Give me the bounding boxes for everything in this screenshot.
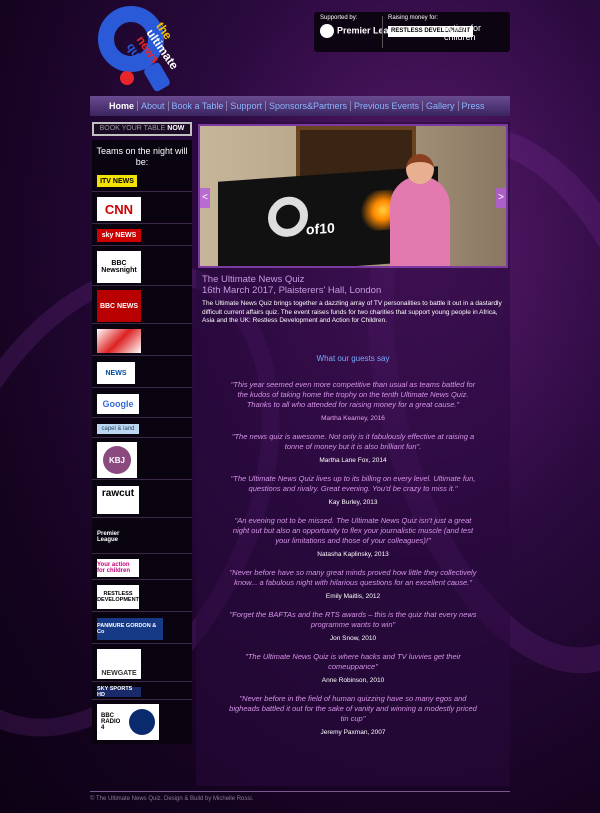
testimonial-quote: "Never before have so many great minds p…: [229, 568, 477, 587]
team-label: ITV NEWS: [97, 175, 137, 187]
hero-of10-text: of10: [306, 219, 335, 238]
action-for-children-logo[interactable]: action for children: [444, 24, 510, 42]
main-content: of10 < > The Ultimate News Quiz 16th Mar…: [196, 122, 510, 786]
testimonial-quote: "The news quiz is awesome. Not only is i…: [231, 432, 475, 451]
footer-credits: © The Ultimate News Quiz. Design & Build…: [90, 796, 254, 802]
team-logo-itv-news: ITV NEWS: [92, 170, 192, 192]
testimonial-author: Jeremy Paxman, 2007: [320, 729, 386, 736]
team-logo-bbc-news: BBC NEWS: [92, 288, 192, 324]
page-wrapper: the ultimate news quiz Supported by: Pre…: [90, 0, 510, 813]
testimonial-author: Anne Robinson, 2010: [321, 677, 385, 684]
guests-heading: What our guests say: [316, 354, 390, 363]
team-label: RESTLESS DEVELOPMENT: [97, 585, 139, 609]
team-label: Your action for children: [97, 559, 139, 577]
testimonial-author: Jon Snow, 2010: [329, 635, 377, 642]
sponsor-divider: [382, 16, 383, 48]
event-title-line2: 16th March 2017, Plaisterers' Hall, Lond…: [202, 285, 382, 296]
team-label: SKY SPORTS HD: [97, 686, 141, 698]
raising-money-label: Raising money for:: [388, 15, 439, 21]
team-label: CNN: [97, 197, 141, 221]
team-label: capel & land: [97, 424, 139, 434]
team-label: Google: [97, 394, 139, 414]
testimonial-quote: "This year seemed even more competitive …: [230, 380, 476, 409]
team-label: BBC Newsnight: [97, 251, 141, 283]
nav-home[interactable]: Home: [106, 101, 139, 111]
hero-person: [390, 154, 450, 266]
footer-divider: [90, 791, 510, 792]
nav-press[interactable]: Press: [459, 101, 488, 111]
testimonial-quote: "The Ultimate News Quiz lives up to its …: [230, 474, 476, 493]
nav-previous-events[interactable]: Previous Events: [351, 101, 424, 111]
hero-person-head: [406, 154, 434, 184]
nav-book-a-table[interactable]: Book a Table: [169, 101, 228, 111]
book-table-now: NOW: [167, 125, 185, 132]
hero-logo-q: [268, 195, 308, 239]
testimonial-quote: "An evening not to be missed. The Ultima…: [232, 516, 474, 545]
team-logo-bbc-newsnight: BBC Newsnight: [92, 248, 192, 286]
book-table-button[interactable]: BOOK YOUR TABLE NOW: [92, 122, 192, 136]
testimonial-quote: "Forget the BAFTAs and the RTS awards – …: [229, 610, 477, 629]
sponsor-banner: Supported by: Premier League Raising mon…: [314, 12, 510, 52]
team-label: PANMURE GORDON & Co: [97, 618, 163, 640]
nav-support[interactable]: Support: [227, 101, 266, 111]
main-nav: Home About Book a Table Support Sponsors…: [90, 96, 510, 116]
team-logo-sky-news: sky NEWS: [92, 226, 192, 246]
slideshow-prev-button[interactable]: <: [200, 188, 210, 208]
team-logo-sky-sports: SKY SPORTS HD: [92, 684, 192, 700]
site-logo[interactable]: the ultimate news quiz: [98, 6, 218, 93]
testimonial-author: Emily Maitlis, 2012: [325, 593, 381, 600]
team-logo-red-brand: [92, 326, 192, 356]
testimonial-quote: "The Ultimate News Quiz is where hacks a…: [245, 652, 461, 671]
team-label: NEWGATE: [97, 649, 141, 679]
team-logo-newgate: NEWGATE: [92, 646, 192, 682]
team-logo-google: Google: [92, 390, 192, 418]
testimonial-quote: "Never before in the field of human quiz…: [229, 694, 477, 723]
logo-q-dot: [120, 71, 134, 85]
team-label: Premier League: [97, 526, 141, 548]
team-logo-premier-league: Premier League: [92, 520, 192, 554]
team-logo-rawcut: rawcut: [92, 482, 192, 518]
testimonial-author: Martha Kearney, 2016: [321, 415, 385, 422]
teams-sidebar: Teams on the night will be: ITV NEWS CNN…: [92, 140, 192, 744]
team-label: rawcut: [97, 486, 139, 514]
team-logo-restless-development: RESTLESS DEVELOPMENT: [92, 582, 192, 612]
nav-about[interactable]: About: [138, 101, 169, 111]
team-label: [97, 329, 141, 353]
team-logo-cnews: NEWS: [92, 358, 192, 388]
book-table-label: BOOK YOUR TABLE: [99, 125, 166, 132]
radio4-circle: [129, 709, 155, 735]
team-logo-kbj: KBJ: [92, 440, 192, 480]
lion-icon: [320, 24, 334, 38]
team-label: KBJ: [103, 446, 131, 474]
testimonials: "This year seemed even more competitive …: [226, 380, 480, 746]
testimonial-author: Martha Lane Fox, 2014: [319, 457, 387, 464]
team-logo-bbc-radio-4: BBC RADIO 4: [92, 702, 192, 742]
testimonial-author: Natasha Kaplinsky, 2013: [317, 551, 389, 558]
teams-heading: Teams on the night will be:: [96, 146, 188, 167]
supported-by-label: Supported by:: [320, 15, 358, 21]
nav-sponsors-partners[interactable]: Sponsors&Partners: [266, 101, 351, 111]
testimonial-author: Kay Burley, 2013: [328, 499, 378, 506]
event-title-line1: The Ultimate News Quiz: [202, 274, 305, 285]
radio4-tile: BBC RADIO 4: [97, 704, 159, 740]
kbj-tile: KBJ: [97, 442, 137, 478]
event-intro: The Ultimate News Quiz brings together a…: [202, 300, 502, 324]
team-label: sky NEWS: [97, 229, 141, 242]
team-logo-action-for-children: Your action for children: [92, 556, 192, 580]
team-label: NEWS: [97, 362, 135, 384]
event-title: The Ultimate News Quiz 16th March 2017, …: [202, 274, 381, 296]
team-logo-capel-land: capel & land: [92, 420, 192, 438]
hero-slideshow[interactable]: of10 < >: [198, 124, 508, 268]
team-label: BBC RADIO 4: [101, 713, 121, 731]
team-logo-panmure-gordon: PANMURE GORDON & Co: [92, 614, 192, 644]
nav-gallery[interactable]: Gallery: [423, 101, 459, 111]
team-label: BBC NEWS: [97, 290, 141, 322]
team-logo-cnn: CNN: [92, 194, 192, 224]
slideshow-next-button[interactable]: >: [496, 188, 506, 208]
